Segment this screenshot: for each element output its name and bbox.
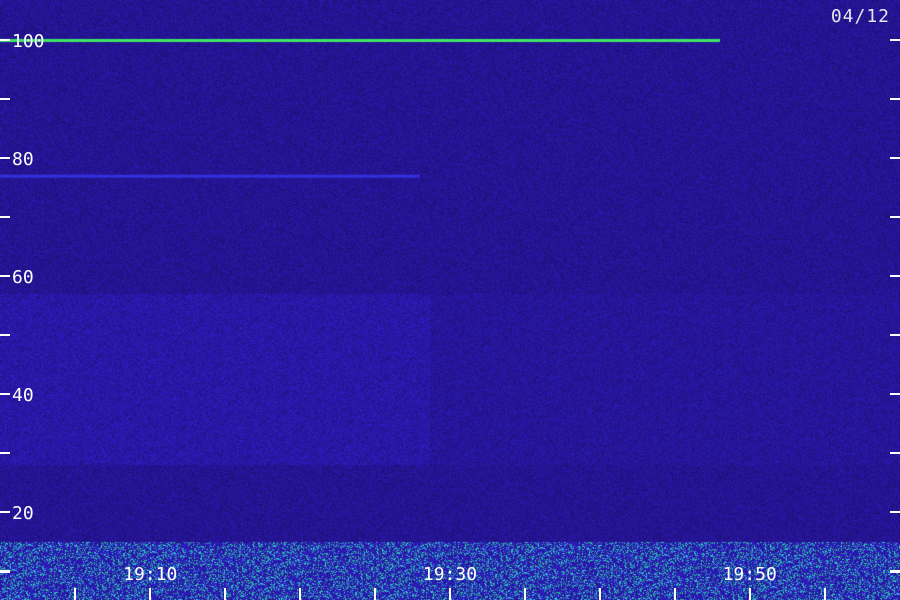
y-tick-label: 100 — [12, 31, 45, 52]
x-tick-label: 19:30 — [423, 564, 477, 585]
y-tick-label: 80 — [12, 149, 34, 170]
date-label: 04/12 — [830, 6, 890, 27]
y-tick-label: 40 — [12, 385, 34, 406]
y-tick-label: 20 — [12, 503, 34, 524]
x-tick-label: 19:50 — [723, 564, 777, 585]
x-tick-label: 19:10 — [123, 564, 177, 585]
y-tick-label: 60 — [12, 267, 34, 288]
axes-overlay: 20 40 60 80 100 19:10 19:30 19:50 — [0, 31, 900, 600]
spectrogram-panel: 20 40 60 80 100 19:10 19:30 19:50 04/12 — [0, 0, 900, 600]
